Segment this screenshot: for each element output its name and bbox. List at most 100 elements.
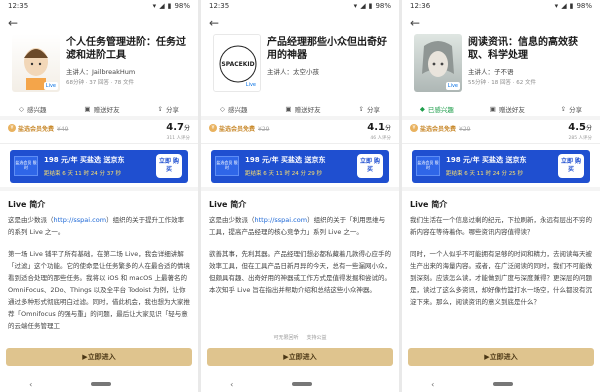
intro-paragraph-2: 同时，一个人似乎不可能拥有足够的时间和精力，去阅读每天被生产出来的海量内容。或者…: [410, 250, 592, 306]
divider: [201, 183, 399, 191]
promo-banner[interactable]: 盐选会员 限时 198 元/年 买盐选 送京东 距结束 6 天 11 时 24 …: [412, 150, 590, 183]
promo-banner[interactable]: 盐选会员 限时 198 元/年 买盐选 送京东 距结束 6 天 11 时 24 …: [10, 150, 188, 183]
banner-countdown: 距结束 6 天 11 时 24 分 37 秒: [44, 171, 121, 177]
price-row: ¥ 盐选会员免费 ¥29 4.1分 46 人评分: [201, 120, 399, 144]
battery-level: 98%: [375, 2, 391, 10]
rating-score: 4.5分: [568, 122, 592, 133]
back-arrow-icon[interactable]: ←: [8, 16, 18, 30]
nav-back-icon[interactable]: ‹: [29, 380, 32, 389]
share-button[interactable]: ⇪ 分享: [359, 104, 380, 114]
action-row: ◇ 感兴趣 ▣ 赠送好友 ⇪ 分享: [0, 102, 198, 120]
live-detail-screen-2: 12:35 ▾ ◢ ▮ 98% ← SPACEKID Live 产品经理那些小众但出奇好…: [201, 0, 399, 392]
live-header: Live 个人任务管理进阶：任务过滤和进阶工具 主讲人：JailbreakHum…: [0, 34, 198, 102]
vip-text: 盐选会员免费: [18, 126, 55, 133]
vip-text: 盐选会员免费: [420, 126, 457, 133]
banner-tag: 盐选会员 限时: [14, 156, 38, 176]
interested-label: 感兴趣: [26, 106, 47, 114]
interested-label: 已感兴趣: [427, 106, 454, 114]
vip-free-label: 盐选会员免费 ¥29: [219, 124, 269, 133]
share-icon: ⇪: [560, 105, 567, 113]
live-title: 阅读资讯：信息的高效获取、科学处理: [468, 37, 578, 61]
live-tag: Live: [43, 82, 58, 90]
battery-level: 98%: [174, 2, 190, 10]
speaker[interactable]: 主讲人：JailbreakHum: [66, 66, 135, 76]
intro-paragraph-2: 欲善其事，先利其器。产品经理们想必都私藏着几款得心应手的效率工具，但在工具产品日…: [209, 250, 391, 294]
intro-body: 我们生活在一个信息过剩的纪元，下拉刷新，永远有层出不穷的新内容在等待着你。哪些资…: [402, 214, 600, 342]
nav-home-pill[interactable]: [492, 382, 513, 386]
speaker[interactable]: 主讲人：子不语: [468, 66, 514, 76]
battery-icon: ▮: [167, 2, 172, 10]
enter-live-button[interactable]: ▶ 立即进入: [207, 348, 393, 366]
intro-heading: Live 简介: [209, 200, 247, 209]
intro-link[interactable]: http://sspai.com: [54, 216, 107, 224]
share-button[interactable]: ⇪ 分享: [561, 104, 582, 114]
nav-home-pill[interactable]: [90, 382, 111, 386]
rating-count: 46 人评分: [370, 136, 391, 141]
live-tag: Live: [243, 81, 258, 89]
divider: [0, 183, 198, 191]
live-title: 产品经理那些小众但出奇好用的神器: [267, 37, 387, 61]
rating-count: 285 人评分: [568, 136, 592, 141]
status-bar: 12:36 ▾ ◢ ▮ 98%: [402, 0, 600, 12]
app-bar: ←: [0, 12, 198, 34]
share-button[interactable]: ⇪ 分享: [158, 104, 179, 114]
battery-icon: ▮: [368, 2, 373, 10]
nav-home-pill[interactable]: [291, 382, 312, 386]
interested-label: 感兴趣: [227, 106, 248, 114]
gift-button[interactable]: ▣ 赠送好友: [285, 104, 320, 114]
gift-label: 赠送好友: [294, 106, 321, 114]
vip-free-label: 盐选会员免费 ¥29: [420, 124, 470, 133]
gift-button[interactable]: ▣ 赠送好友: [84, 104, 119, 114]
intro-heading: Live 简介: [410, 200, 448, 209]
back-arrow-icon[interactable]: ←: [410, 16, 420, 30]
original-price: ¥29: [459, 126, 471, 133]
intro-paragraph-1: 这是由少数派（http://sspai.com）组织的关于提升工作效率的系列 L…: [8, 214, 190, 238]
live-detail-screen-1: 12:35 ▾ ◢ ▮ 98% ← Live 个人任务管理进阶：任务过滤和进阶工具 主讲…: [0, 0, 198, 392]
clock: 12:36: [410, 2, 431, 10]
buy-now-button[interactable]: 立即 购买: [156, 154, 182, 178]
price-row: ¥ 盐选会员免费 ¥49 4.7分 311 人评分: [0, 120, 198, 144]
feature-flags: 可无限回听 支持公益: [201, 332, 399, 341]
enter-live-button[interactable]: ▶ 立即进入: [408, 348, 594, 366]
gift-label: 赠送好友: [93, 106, 120, 114]
app-bar: ←: [201, 12, 399, 34]
share-label: 分享: [165, 106, 179, 114]
banner-countdown: 距结束 6 天 11 时 24 分 25 秒: [446, 171, 523, 177]
share-label: 分享: [366, 106, 380, 114]
status-bar: 12:35 ▾ ◢ ▮ 98%: [201, 0, 399, 12]
live-cover-image: Live: [414, 34, 462, 92]
battery-level: 98%: [576, 2, 592, 10]
banner-headline: 198 元/年 买盐选 送京东: [446, 156, 527, 164]
score-value: 4.1: [367, 122, 385, 133]
nav-back-icon[interactable]: ‹: [230, 380, 233, 389]
promo-banner[interactable]: 盐选会员 限时 198 元/年 买盐选 送京东 距结束 6 天 11 时 24 …: [211, 150, 389, 183]
enter-live-button[interactable]: ▶ 立即进入: [6, 348, 192, 366]
score-value: 4.7: [166, 122, 184, 133]
signal-icon: ◢: [159, 2, 165, 10]
nav-back-icon[interactable]: ‹: [431, 380, 434, 389]
wifi-icon: ▾: [353, 2, 358, 10]
gift-button[interactable]: ▣ 赠送好友: [490, 104, 525, 114]
battery-icon: ▮: [569, 2, 574, 10]
wifi-icon: ▾: [152, 2, 157, 10]
interested-button[interactable]: ◇ 感兴趣: [220, 104, 248, 114]
intro-heading: Live 简介: [8, 200, 46, 209]
interested-button[interactable]: ◆ 已感兴趣: [420, 104, 454, 114]
rating-score: 4.7分: [166, 122, 190, 133]
score-unit: 分: [384, 125, 391, 132]
interested-button[interactable]: ◇ 感兴趣: [19, 104, 47, 114]
svg-text:SPACEKID: SPACEKID: [221, 61, 254, 68]
buy-now-button[interactable]: 立即 购买: [357, 154, 383, 178]
live-cover-image: SPACEKID Live: [213, 34, 261, 92]
enter-live-label: 立即进入: [288, 353, 317, 361]
score-unit: 分: [183, 125, 190, 132]
vip-free-label: 盐选会员免费 ¥49: [18, 124, 68, 133]
buy-now-button[interactable]: 立即 购买: [558, 154, 584, 178]
back-arrow-icon[interactable]: ←: [209, 16, 219, 30]
speaker[interactable]: 主讲人：太空小孩: [267, 66, 319, 76]
banner-countdown: 距结束 6 天 11 时 24 分 29 秒: [245, 171, 322, 177]
price-row: ¥ 盐选会员免费 ¥29 4.5分 285 人评分: [402, 120, 600, 144]
signal-icon: ◢: [561, 2, 567, 10]
intro-link[interactable]: http://sspai.com: [255, 216, 308, 224]
intro-text-a: 这是由少数派（: [8, 216, 54, 224]
